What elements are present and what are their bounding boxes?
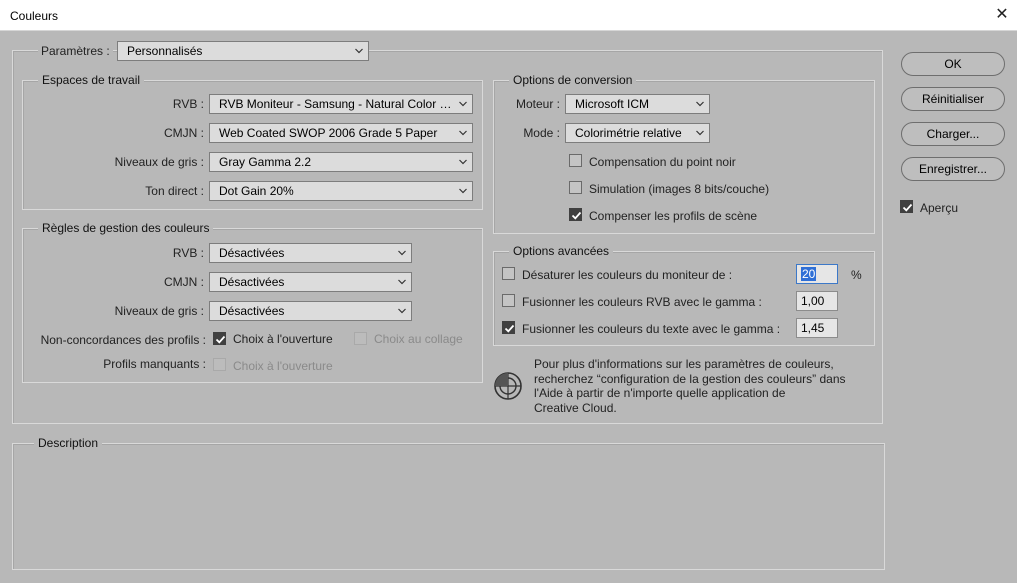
policy-rgb-dropdown[interactable]: Désactivées	[209, 243, 412, 263]
blend-text-input[interactable]: 1,45	[796, 318, 838, 338]
ws-gray-label: Niveaux de gris :	[114, 155, 204, 169]
settings-label: Paramètres :	[38, 44, 113, 58]
ws-rgb-value: RVB Moniteur - Samsung - Natural Color P…	[219, 97, 456, 111]
policy-gray-label: Niveaux de gris :	[114, 304, 204, 318]
color-wheel-info-icon	[494, 372, 522, 400]
desaturate-label[interactable]: Désaturer les couleurs du moniteur de :	[522, 268, 732, 282]
chevron-down-icon	[459, 101, 467, 107]
mismatch-label: Non-concordances des profils :	[40, 333, 206, 347]
policy-rgb-value: Désactivées	[219, 246, 285, 260]
dither-label[interactable]: Simulation (images 8 bits/couche)	[589, 182, 769, 196]
chevron-down-icon	[398, 279, 406, 285]
chevron-down-icon	[459, 130, 467, 136]
blend-text-value: 1,45	[801, 321, 825, 335]
dither-checkbox[interactable]	[569, 181, 582, 194]
chevron-down-icon	[696, 101, 704, 107]
desaturate-unit: %	[851, 268, 862, 282]
policy-cmyk-dropdown[interactable]: Désactivées	[209, 272, 412, 292]
ws-rgb-dropdown[interactable]: RVB Moniteur - Samsung - Natural Color P…	[209, 94, 473, 114]
missing-label: Profils manquants :	[103, 357, 206, 371]
policies-legend: Règles de gestion des couleurs	[38, 221, 214, 235]
mode-value: Colorimétrie relative	[575, 126, 682, 140]
ws-gray-dropdown[interactable]: Gray Gamma 2.2	[209, 152, 473, 172]
black-point-label[interactable]: Compensation du point noir	[589, 155, 736, 169]
info-line: recherchez “configuration de la gestion …	[534, 371, 846, 386]
policy-rgb-label: RVB :	[172, 246, 204, 260]
black-point-checkbox[interactable]	[569, 154, 582, 167]
conversion-legend: Options de conversion	[509, 73, 637, 87]
scene-profiles-checkbox[interactable]	[569, 208, 582, 221]
reset-button[interactable]: Réinitialiser	[901, 87, 1005, 111]
mismatch-open-checkbox[interactable]	[213, 332, 226, 345]
desaturate-input[interactable]: 20	[796, 264, 838, 284]
window-title: Couleurs	[10, 9, 59, 23]
ws-spot-dropdown[interactable]: Dot Gain 20%	[209, 181, 473, 201]
preview-checkbox[interactable]	[900, 200, 913, 213]
blend-text-checkbox[interactable]	[502, 321, 515, 334]
blend-rgb-checkbox[interactable]	[502, 294, 515, 307]
mode-label: Mode :	[523, 126, 560, 140]
blend-rgb-label[interactable]: Fusionner les couleurs RVB avec le gamma…	[522, 295, 762, 309]
desaturate-value: 20	[801, 267, 817, 281]
missing-open-label[interactable]: Choix à l'ouverture	[233, 359, 333, 373]
checkmark-icon	[902, 203, 913, 212]
desaturate-checkbox[interactable]	[502, 267, 515, 280]
preview-label[interactable]: Aperçu	[920, 201, 958, 215]
policy-gray-value: Désactivées	[219, 304, 285, 318]
policy-gray-dropdown[interactable]: Désactivées	[209, 301, 412, 321]
blend-rgb-value: 1,00	[801, 294, 825, 308]
policy-cmyk-label: CMJN :	[164, 275, 204, 289]
checkmark-icon	[504, 324, 515, 333]
engine-label: Moteur :	[515, 97, 560, 111]
scene-profiles-label[interactable]: Compenser les profils de scène	[589, 209, 757, 223]
ws-cmyk-dropdown[interactable]: Web Coated SWOP 2006 Grade 5 Paper	[209, 123, 473, 143]
mode-dropdown[interactable]: Colorimétrie relative	[565, 123, 710, 143]
mismatch-paste-label[interactable]: Choix au collage	[374, 332, 463, 346]
chevron-down-icon	[398, 250, 406, 256]
settings-dropdown[interactable]: Personnalisés	[117, 41, 369, 61]
chevron-down-icon	[696, 130, 704, 136]
missing-open-checkbox[interactable]	[213, 358, 226, 371]
close-icon[interactable]: ✕	[987, 0, 1017, 30]
settings-value: Personnalisés	[127, 44, 203, 58]
info-line: Pour plus d'informations sur les paramèt…	[534, 357, 834, 371]
advanced-legend: Options avancées	[509, 244, 614, 258]
ws-gray-value: Gray Gamma 2.2	[219, 155, 312, 169]
chevron-down-icon	[459, 159, 467, 165]
workspaces-legend: Espaces de travail	[38, 73, 145, 87]
load-button[interactable]: Charger...	[901, 122, 1005, 146]
ws-cmyk-value: Web Coated SWOP 2006 Grade 5 Paper	[219, 126, 438, 140]
mismatch-paste-checkbox[interactable]	[354, 332, 367, 345]
chevron-down-icon	[398, 308, 406, 314]
chevron-down-icon	[459, 188, 467, 194]
checkmark-icon	[215, 335, 226, 344]
blend-text-label[interactable]: Fusionner les couleurs du texte avec le …	[522, 322, 780, 336]
mismatch-open-label[interactable]: Choix à l'ouverture	[233, 332, 333, 346]
info-line: Creative Cloud.	[534, 400, 617, 415]
description-group	[12, 443, 885, 570]
info-line: l'Aide à partir de n'importe quelle appl…	[534, 386, 786, 400]
save-button[interactable]: Enregistrer...	[901, 157, 1005, 181]
ok-button[interactable]: OK	[901, 52, 1005, 76]
ws-rgb-label: RVB :	[172, 97, 204, 111]
info-text: Pour plus d'informations sur les paramèt…	[534, 357, 874, 415]
title-bar: Couleurs ✕	[0, 0, 1017, 31]
ws-spot-label: Ton direct :	[145, 184, 204, 198]
checkmark-icon	[571, 211, 582, 220]
policy-cmyk-value: Désactivées	[219, 275, 285, 289]
engine-dropdown[interactable]: Microsoft ICM	[565, 94, 710, 114]
ws-cmyk-label: CMJN :	[164, 126, 204, 140]
ws-spot-value: Dot Gain 20%	[219, 184, 294, 198]
blend-rgb-input[interactable]: 1,00	[796, 291, 838, 311]
engine-value: Microsoft ICM	[575, 97, 650, 111]
chevron-down-icon	[355, 48, 363, 54]
description-legend: Description	[34, 436, 103, 450]
